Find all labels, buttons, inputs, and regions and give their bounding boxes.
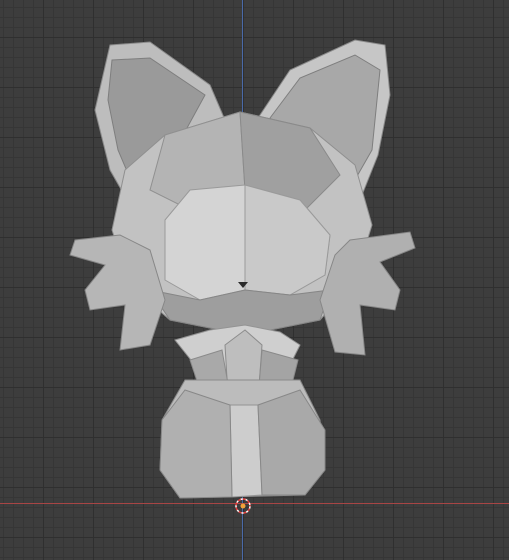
fox-character-model[interactable] xyxy=(0,0,509,560)
left-cheek-tuft xyxy=(69,234,166,351)
3d-viewport[interactable] xyxy=(0,0,509,560)
origin-cursor-icon[interactable] xyxy=(233,496,253,516)
